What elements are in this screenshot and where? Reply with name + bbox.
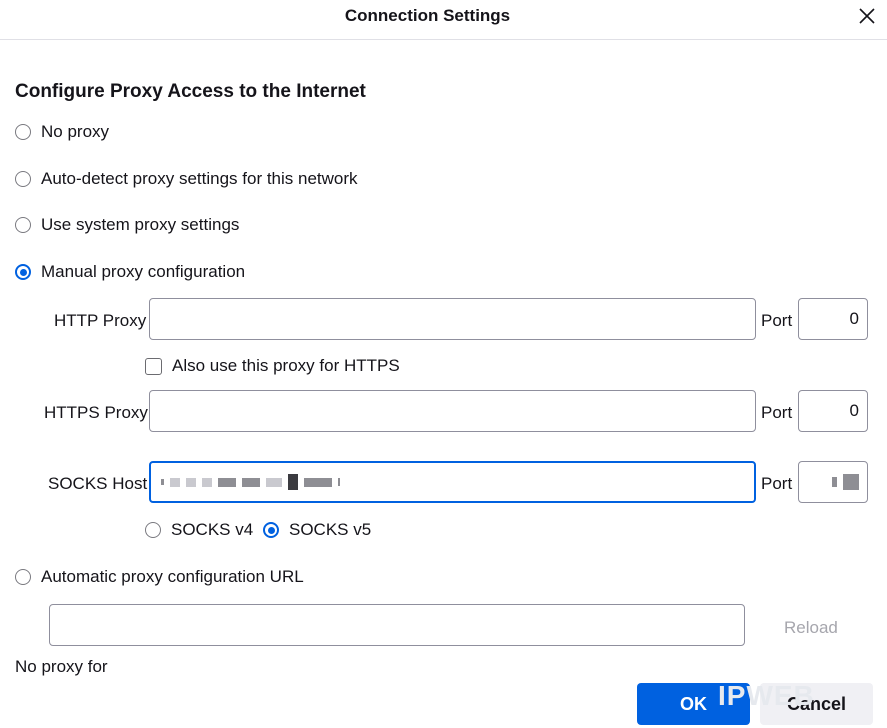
https-proxy-label: HTTPS Proxy: [44, 403, 148, 422]
socks-port-input[interactable]: [798, 461, 868, 503]
https-port-label: Port: [761, 403, 793, 422]
radio-no-proxy[interactable]: No proxy: [15, 122, 109, 142]
auto-config-url-input[interactable]: [49, 604, 745, 646]
http-port-input[interactable]: 0: [798, 298, 868, 340]
radio-label: SOCKS v5: [289, 520, 372, 539]
watermark-logo: IPWEB: [718, 680, 815, 711]
https-port-input[interactable]: 0: [798, 390, 868, 432]
radio-manual-proxy[interactable]: Manual proxy configuration: [15, 262, 245, 282]
radio-label: No proxy: [41, 122, 110, 141]
radio-label: Automatic proxy configuration URL: [41, 567, 304, 586]
http-port-label: Port: [761, 311, 793, 330]
reload-button[interactable]: Reload: [784, 618, 838, 638]
radio-button[interactable]: [15, 217, 31, 233]
http-proxy-label: HTTP Proxy: [54, 311, 147, 330]
socks-host-label: SOCKS Host: [48, 474, 148, 493]
redacted-host-value: [151, 463, 754, 501]
no-proxy-for-label: No proxy for: [15, 657, 108, 676]
window-title: Connection Settings: [344, 6, 511, 25]
radio-socks-v4[interactable]: SOCKS v4: [145, 520, 253, 540]
http-proxy-input[interactable]: [149, 298, 756, 340]
radio-label: Auto-detect proxy settings for this netw…: [41, 169, 358, 188]
radio-label: SOCKS v4: [171, 520, 254, 539]
socks-host-input[interactable]: [149, 461, 756, 503]
close-icon[interactable]: [855, 4, 879, 28]
redacted-port-value: [799, 462, 867, 502]
radio-system-proxy[interactable]: Use system proxy settings: [15, 215, 239, 235]
socks-port-label: Port: [761, 474, 793, 493]
radio-button[interactable]: [15, 171, 31, 187]
radio-button[interactable]: [15, 124, 31, 140]
checkbox-label: Also use this proxy for HTTPS: [172, 356, 400, 375]
radio-auto-config-url[interactable]: Automatic proxy configuration URL: [15, 567, 304, 587]
radio-button[interactable]: [145, 522, 161, 538]
also-use-https-checkbox-row[interactable]: Also use this proxy for HTTPS: [145, 356, 400, 376]
https-proxy-input[interactable]: [149, 390, 756, 432]
also-use-https-checkbox[interactable]: [145, 357, 162, 375]
radio-button[interactable]: [15, 569, 31, 585]
section-heading: Configure Proxy Access to the Internet: [15, 81, 366, 102]
radio-label: Use system proxy settings: [41, 215, 240, 234]
radio-label: Manual proxy configuration: [41, 262, 246, 281]
radio-button-selected[interactable]: [263, 522, 279, 538]
radio-socks-v5[interactable]: SOCKS v5: [263, 520, 371, 540]
radio-button-selected[interactable]: [15, 264, 31, 280]
radio-auto-detect[interactable]: Auto-detect proxy settings for this netw…: [15, 169, 358, 189]
